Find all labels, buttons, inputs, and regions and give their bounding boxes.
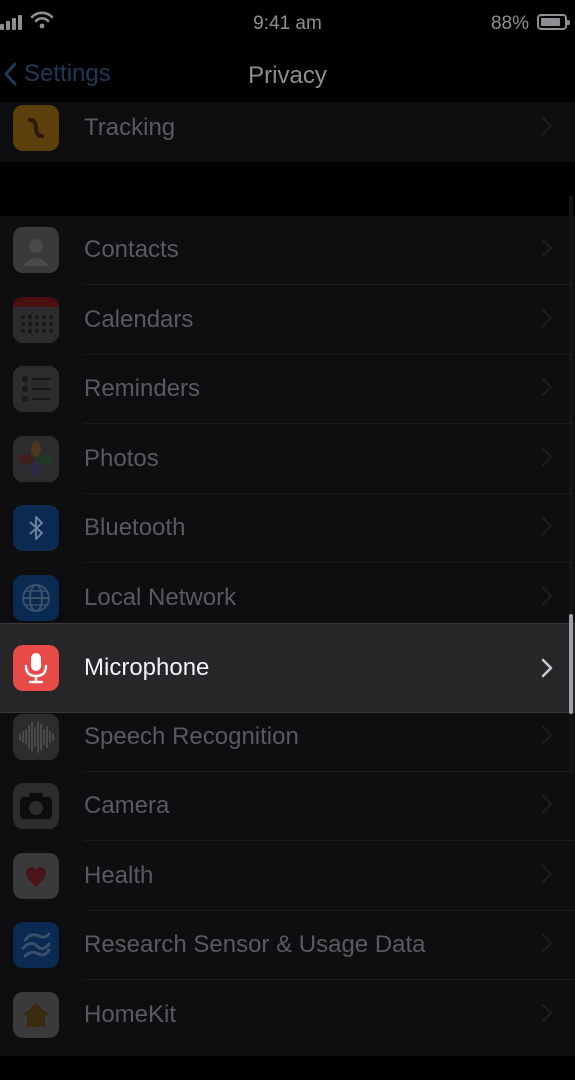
list-item-reminders[interactable]: Reminders bbox=[0, 355, 575, 424]
battery-percentage: 88% bbox=[490, 13, 529, 34]
home-icon bbox=[13, 991, 59, 1038]
list-item-label: Camera bbox=[84, 792, 170, 819]
list-item-label: Local Network bbox=[84, 583, 237, 611]
chevron-right-icon bbox=[541, 933, 553, 953]
tracking-group: Tracking bbox=[0, 102, 575, 162]
bluetooth-icon bbox=[13, 505, 59, 551]
chevron-right-icon bbox=[541, 794, 553, 814]
list-item-label: Bluetooth bbox=[84, 514, 186, 541]
list-item-label: Health bbox=[84, 861, 154, 889]
chevron-right-icon bbox=[541, 516, 553, 536]
chevron-right-icon bbox=[541, 864, 553, 883]
list-item-label: Speech Recognition bbox=[84, 722, 299, 750]
chevron-right-icon bbox=[541, 116, 553, 136]
list-item-label: Photos bbox=[84, 444, 159, 472]
status-time: 9:41 am bbox=[253, 13, 322, 34]
chevron-right-icon bbox=[541, 308, 553, 327]
microphone-icon bbox=[13, 645, 59, 691]
list-item-label: Tracking bbox=[84, 114, 176, 141]
list-item-label: Calendars bbox=[84, 305, 194, 333]
camera-icon bbox=[13, 783, 59, 829]
list-item-label: HomeKit bbox=[84, 1000, 177, 1028]
globe-icon bbox=[13, 574, 59, 621]
list-item-label: Reminders bbox=[84, 375, 201, 402]
list-item-label: Contacts bbox=[84, 236, 179, 263]
list-item-label: Research Sensor & Usage Data bbox=[84, 931, 426, 958]
tracking-icon bbox=[13, 105, 59, 151]
research-icon bbox=[13, 922, 59, 968]
heart-icon bbox=[13, 852, 59, 899]
list-item-camera[interactable]: Camera bbox=[0, 772, 575, 841]
chevron-right-icon bbox=[541, 238, 553, 258]
list-item-speech-recognition[interactable]: Speech Recognition bbox=[0, 703, 575, 772]
status-bar: 9:41 am 88% bbox=[0, 0, 575, 50]
list-item-research-sensor-usage-data[interactable]: Research Sensor & Usage Data bbox=[0, 911, 575, 980]
scrollbar-thumb[interactable] bbox=[569, 614, 573, 714]
chevron-right-icon bbox=[541, 447, 553, 466]
list-item-health[interactable]: Health bbox=[0, 842, 575, 911]
chevron-right-icon bbox=[541, 725, 553, 744]
list-item-bluetooth[interactable]: Bluetooth bbox=[0, 494, 575, 563]
battery-icon bbox=[537, 14, 570, 30]
calendar-icon bbox=[13, 296, 59, 343]
contacts-icon bbox=[13, 227, 59, 273]
list-item-microphone[interactable]: Microphone bbox=[0, 623, 575, 713]
page-title: Privacy bbox=[248, 62, 327, 89]
photos-icon bbox=[13, 435, 59, 482]
list-item-homekit[interactable]: HomeKit bbox=[0, 981, 575, 1050]
chevron-right-icon bbox=[541, 658, 553, 678]
list-item-photos[interactable]: Photos bbox=[0, 425, 575, 494]
chevron-right-icon bbox=[541, 1003, 553, 1022]
waveform-icon bbox=[13, 713, 59, 760]
list-item-calendars[interactable]: Calendars bbox=[0, 286, 575, 355]
privacy-list: Contacts Calendars Reminders Photos Bluetoot… bbox=[0, 216, 575, 1056]
reminders-icon bbox=[13, 366, 59, 412]
list-item-tracking[interactable]: Tracking bbox=[0, 94, 575, 163]
chevron-right-icon bbox=[541, 377, 553, 397]
list-item-contacts[interactable]: Contacts bbox=[0, 216, 575, 285]
chevron-right-icon bbox=[541, 586, 553, 605]
list-item-label: Microphone bbox=[84, 654, 210, 681]
